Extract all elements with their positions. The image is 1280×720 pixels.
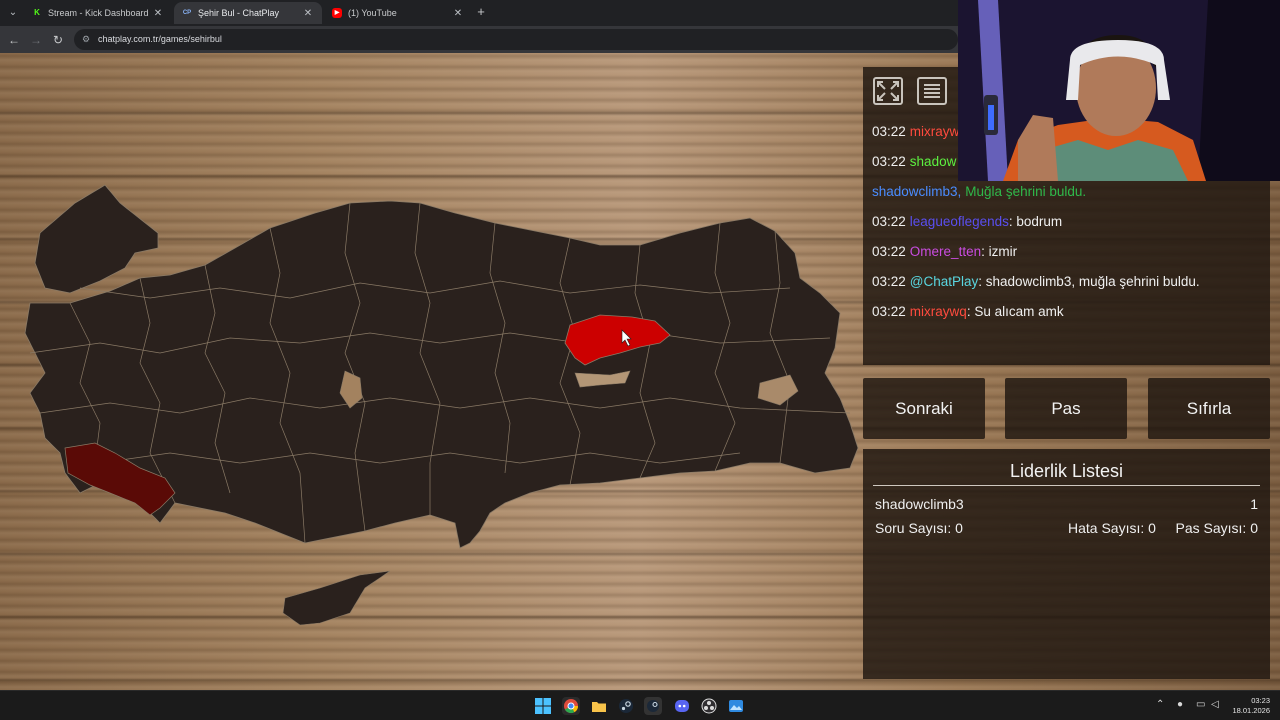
message-time: 03:22	[872, 214, 906, 229]
youtube-icon: ▶	[332, 8, 342, 18]
tray-chevron-icon[interactable]: ⌃	[1156, 699, 1164, 710]
pass-button[interactable]: Pas	[1005, 378, 1127, 439]
message-text: : Su alıcam amk	[966, 304, 1064, 319]
windows-taskbar: ⌃ ● ▭ ◁ 03:23 18.01.2026	[0, 690, 1280, 720]
divider	[873, 485, 1260, 486]
chrome-icon[interactable]	[562, 697, 580, 715]
streamer-video	[958, 0, 1280, 181]
tab-chatplay[interactable]: CP Şehir Bul - ChatPlay ✕	[174, 2, 322, 24]
message-user[interactable]: shadow	[910, 154, 957, 169]
tab-youtube[interactable]: ▶ (1) YouTube ✕	[324, 2, 472, 24]
message-user[interactable]: @ChatPlay	[910, 274, 978, 289]
fullscreen-icon[interactable]	[873, 77, 903, 105]
close-icon[interactable]: ✕	[302, 8, 314, 19]
chat-message: shadowclimb3, Muğla şehrini buldu.	[872, 184, 1267, 214]
chat-message: 03:22 Omere_tten: izmir	[872, 244, 1267, 274]
network-icon[interactable]: ▭	[1196, 699, 1205, 710]
message-text: : izmir	[981, 244, 1018, 259]
site-info-icon[interactable]: ⚙	[82, 29, 90, 50]
next-button[interactable]: Sonraki	[863, 378, 985, 439]
photos-icon[interactable]	[727, 697, 745, 715]
chat-message: 03:22 @ChatPlay: shadowclimb3, muğla şehr…	[872, 274, 1267, 304]
new-tab-button[interactable]: +	[474, 4, 488, 22]
cyprus	[282, 570, 391, 626]
url-text: chatplay.com.tr/games/sehirbul	[98, 34, 222, 44]
reload-icon[interactable]: ↻	[49, 31, 67, 49]
turkey-map[interactable]	[0, 53, 870, 690]
message-text: : shadowclimb3, muğla şehrini buldu.	[978, 274, 1200, 289]
windows-start-icon[interactable]	[534, 697, 552, 715]
player-score: 1	[1250, 496, 1258, 512]
discord-icon[interactable]	[673, 697, 691, 715]
volume-icon[interactable]: ◁	[1211, 699, 1219, 710]
pass-count: Pas Sayısı: 0	[1175, 520, 1258, 536]
tab-kick-dashboard[interactable]: K Stream - Kick Dashboard ✕	[24, 2, 172, 24]
stats-row: Soru Sayısı: 0 Hata Sayısı: 0 Pas Sayısı…	[875, 516, 1258, 540]
reset-button[interactable]: Sıfırla	[1148, 378, 1270, 439]
question-count: Soru Sayısı: 0	[875, 520, 963, 536]
message-time: 03:22	[872, 304, 906, 319]
message-time: 03:22	[872, 124, 906, 139]
message-time: 03:22	[872, 154, 906, 169]
forward-icon[interactable]: →	[27, 31, 45, 49]
webcam-overlay	[958, 0, 1280, 181]
leaderboard-row: shadowclimb3 1	[875, 492, 1258, 516]
obs-icon[interactable]	[700, 697, 718, 715]
back-icon[interactable]: ←	[5, 31, 23, 49]
chatplay-icon: CP	[182, 10, 192, 16]
chat-message: 03:22 leagueoflegends: bodrum	[872, 214, 1267, 244]
message-user[interactable]: Omere_tten	[910, 244, 981, 259]
kick-icon: K	[34, 8, 40, 17]
address-bar[interactable]: ⚙ chatplay.com.tr/games/sehirbul	[74, 29, 958, 50]
chat-tools	[863, 67, 963, 115]
clock-date: 18.01.2026	[1232, 706, 1270, 715]
file-explorer-icon[interactable]	[590, 697, 608, 715]
error-count: Hata Sayısı: 0	[1068, 520, 1156, 536]
message-user[interactable]: shadowclimb3,	[872, 184, 961, 199]
message-time: 03:22	[872, 274, 906, 289]
tab-search-icon[interactable]: ⌄	[4, 4, 22, 22]
tab-title: Stream - Kick Dashboard	[48, 8, 149, 18]
tab-title: (1) YouTube	[348, 8, 397, 18]
province-thrace	[34, 184, 159, 294]
system-clock[interactable]: 03:23 18.01.2026	[1222, 696, 1270, 716]
clock-time: 03:23	[1251, 696, 1270, 705]
microphone-icon[interactable]: ●	[1177, 699, 1183, 710]
leaderboard-title: Liderlik Listesi	[1009, 461, 1124, 481]
message-time: 03:22	[872, 244, 906, 259]
close-icon[interactable]: ✕	[152, 8, 164, 19]
message-user[interactable]: mixraywq	[910, 304, 967, 319]
message-text: : bodrum	[1008, 214, 1063, 229]
tab-title: Şehir Bul - ChatPlay	[198, 8, 280, 18]
close-icon[interactable]: ✕	[452, 8, 464, 19]
player-name: shadowclimb3	[875, 496, 964, 512]
message-user[interactable]: mixrayw	[910, 124, 960, 139]
leaderboard-panel: Liderlik Listesi shadowclimb3 1 Soru Say…	[863, 449, 1270, 679]
notes-icon[interactable]	[917, 77, 947, 105]
message-text: Muğla şehrini buldu.	[965, 184, 1087, 199]
chat-message: 03:22 mixraywq: Su alıcam amk	[872, 304, 1267, 334]
steam-active-icon[interactable]	[644, 697, 662, 715]
steam-icon[interactable]	[617, 697, 635, 715]
message-user[interactable]: leagueoflegends	[910, 214, 1009, 229]
